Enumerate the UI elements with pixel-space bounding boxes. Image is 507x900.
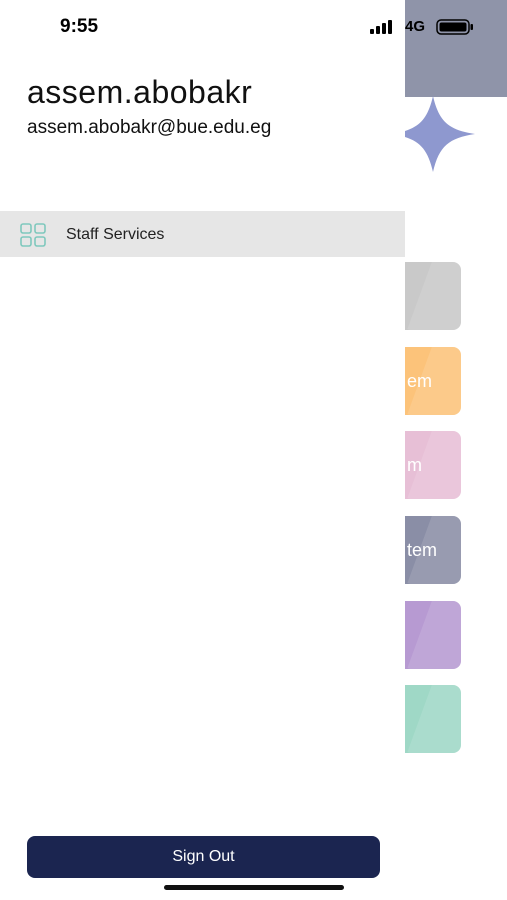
grid-icon xyxy=(20,223,46,247)
user-email: assem.abobakr@bue.edu.eg xyxy=(27,117,272,138)
navigation-drawer: assem.abobakr assem.abobakr@bue.edu.eg S… xyxy=(0,0,405,900)
status-bar: 9:55 4G xyxy=(0,0,507,56)
background-tile: tem xyxy=(405,516,461,584)
user-name: assem.abobakr xyxy=(27,74,253,110)
background-app: em m tem xyxy=(405,0,507,900)
status-time: 9:55 xyxy=(60,16,99,37)
sign-out-button[interactable]: Sign Out xyxy=(27,836,380,878)
background-tile xyxy=(405,262,461,330)
network-type: 4G xyxy=(405,18,426,35)
background-tile xyxy=(405,685,461,753)
background-tile xyxy=(405,601,461,669)
background-tile: m xyxy=(405,431,461,499)
background-tile: em xyxy=(405,347,461,415)
home-indicator xyxy=(164,885,344,890)
battery-icon xyxy=(436,19,473,35)
menu-item-staff-services[interactable]: Staff Services xyxy=(0,211,405,257)
menu-item-label: Staff Services xyxy=(66,226,165,243)
star-icon xyxy=(405,96,475,172)
signal-icon xyxy=(370,20,392,34)
